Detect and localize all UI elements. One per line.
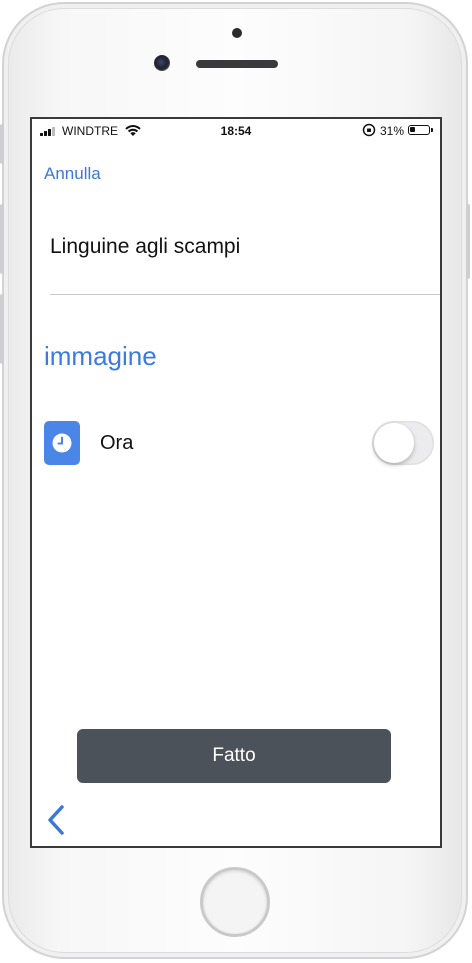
status-bar: WINDTRE 18:54 31%	[32, 119, 440, 143]
battery-fill	[410, 127, 416, 132]
front-camera	[154, 55, 170, 71]
chevron-left-icon[interactable]	[44, 803, 68, 837]
done-button[interactable]: Fatto	[77, 729, 391, 783]
title-divider	[50, 294, 440, 295]
volume-down-button	[0, 294, 4, 364]
earpiece-speaker	[196, 60, 278, 68]
app-screen: WINDTRE 18:54 31% Annulla immagine Ora	[30, 117, 442, 848]
battery-percent: 31%	[380, 124, 405, 138]
section-header: immagine	[44, 341, 157, 371]
toggle-knob	[374, 423, 414, 463]
clock-time: 18:54	[220, 124, 252, 138]
list-item-label: Ora	[100, 432, 134, 454]
cancel-button[interactable]: Annulla	[44, 164, 101, 184]
clock-icon	[44, 421, 80, 465]
volume-up-button	[0, 204, 4, 274]
mute-switch	[0, 124, 4, 164]
orientation-lock-icon	[362, 123, 376, 137]
power-button	[466, 204, 470, 279]
list-item-ora: Ora	[44, 419, 434, 469]
home-button[interactable]	[200, 867, 270, 937]
recipe-title-input[interactable]	[50, 235, 440, 259]
ora-toggle[interactable]	[372, 421, 434, 465]
battery-icon	[408, 125, 433, 135]
proximity-sensor	[232, 28, 242, 38]
